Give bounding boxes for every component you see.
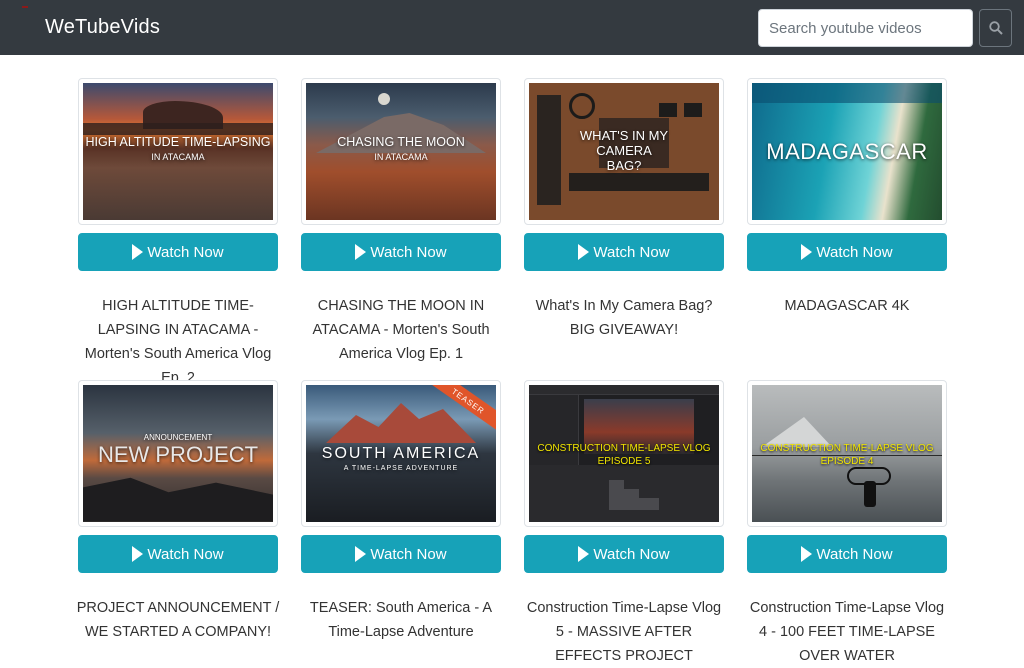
- brand-logo[interactable]: WeTubeVids: [45, 16, 160, 39]
- thumbnail-frame[interactable]: ANNOUNCEMENT NEW PROJECT: [78, 380, 278, 527]
- thumbnail-frame[interactable]: HIGH ALTITUDE TIME-LAPSING IN ATACAMA: [78, 78, 278, 225]
- watch-now-button[interactable]: Watch Now: [78, 535, 278, 573]
- thumbnail-subtitle: IN ATACAMA: [151, 152, 205, 162]
- watch-now-label: Watch Now: [147, 545, 224, 563]
- watch-now-label: Watch Now: [593, 545, 670, 563]
- watch-now-label: Watch Now: [370, 243, 447, 261]
- play-icon: [355, 244, 367, 260]
- video-title[interactable]: PROJECT ANNOUNCEMENT / WE STARTED A COMP…: [76, 596, 280, 644]
- thumbnail-title: CHASING THE MOON: [337, 135, 465, 149]
- video-thumbnail[interactable]: TEASER SOUTH AMERICA A TIME-LAPSE ADVENT…: [306, 385, 496, 522]
- play-icon: [132, 244, 144, 260]
- navbar: WeTubeVids: [0, 0, 1024, 55]
- brand-mark: [22, 6, 28, 8]
- watch-now-button[interactable]: Watch Now: [78, 233, 278, 271]
- watch-now-label: Watch Now: [147, 243, 224, 261]
- thumbnail-title: WHAT'S IN MY CAMERA BAG?: [579, 128, 669, 173]
- thumbnail-subtitle: IN ATACAMA: [374, 152, 428, 162]
- video-thumbnail[interactable]: ANNOUNCEMENT NEW PROJECT: [83, 385, 273, 522]
- play-icon: [578, 546, 590, 562]
- thumbnail-frame[interactable]: CHASING THE MOON IN ATACAMA: [301, 78, 501, 225]
- video-title[interactable]: CHASING THE MOON IN ATACAMA - Morten's S…: [299, 294, 503, 366]
- thumbnail-title: SOUTH AMERICA: [321, 445, 481, 462]
- watch-now-button[interactable]: Watch Now: [524, 535, 724, 573]
- watch-now-label: Watch Now: [593, 243, 670, 261]
- thumbnail-title: CONSTRUCTION TIME-LAPSE VLOG: [760, 443, 934, 454]
- watch-now-button[interactable]: Watch Now: [747, 233, 947, 271]
- watch-now-button[interactable]: Watch Now: [301, 233, 501, 271]
- thumbnail-title: MADAGASCAR: [766, 139, 928, 164]
- search-input[interactable]: [758, 9, 973, 47]
- video-title[interactable]: TEASER: South America - A Time-Lapse Adv…: [299, 596, 503, 644]
- thumbnail-title: HIGH ALTITUDE TIME-LAPSING: [85, 135, 271, 149]
- video-thumbnail[interactable]: CHASING THE MOON IN ATACAMA: [306, 83, 496, 220]
- play-icon: [801, 244, 813, 260]
- play-icon: [132, 546, 144, 562]
- video-title[interactable]: Construction Time-Lapse Vlog 4 - 100 FEE…: [745, 596, 949, 668]
- thumbnail-subtitle: ANNOUNCEMENT: [143, 433, 213, 442]
- thumbnail-title: CONSTRUCTION TIME-LAPSE VLOG: [537, 443, 711, 454]
- thumbnail-frame[interactable]: CONSTRUCTION TIME-LAPSE VLOG EPISODE 4: [747, 380, 947, 527]
- video-thumbnail[interactable]: HIGH ALTITUDE TIME-LAPSING IN ATACAMA: [83, 83, 273, 220]
- thumbnail-frame[interactable]: TEASER SOUTH AMERICA A TIME-LAPSE ADVENT…: [301, 380, 501, 527]
- video-title[interactable]: What's In My Camera Bag? BIG GIVEAWAY!: [522, 294, 726, 342]
- thumbnail-subtitle: EPISODE 4: [820, 456, 874, 467]
- thumbnail-title: NEW PROJECT: [97, 442, 259, 467]
- search-icon: [989, 21, 1003, 35]
- play-icon: [801, 546, 813, 562]
- thumbnail-frame[interactable]: MADAGASCAR: [747, 78, 947, 225]
- play-icon: [578, 244, 590, 260]
- watch-now-button[interactable]: Watch Now: [747, 535, 947, 573]
- video-thumbnail[interactable]: CONSTRUCTION TIME-LAPSE VLOG EPISODE 5: [529, 385, 719, 522]
- watch-now-label: Watch Now: [816, 545, 893, 563]
- watch-now-label: Watch Now: [816, 243, 893, 261]
- video-title[interactable]: Construction Time-Lapse Vlog 5 - MASSIVE…: [522, 596, 726, 668]
- play-icon: [355, 546, 367, 562]
- thumbnail-subtitle: EPISODE 5: [597, 456, 651, 467]
- watch-now-label: Watch Now: [370, 545, 447, 563]
- watch-now-button[interactable]: Watch Now: [301, 535, 501, 573]
- video-thumbnail[interactable]: CONSTRUCTION TIME-LAPSE VLOG EPISODE 4: [752, 385, 942, 522]
- video-thumbnail[interactable]: MADAGASCAR: [752, 83, 942, 220]
- search-button[interactable]: [979, 9, 1012, 47]
- thumbnail-frame[interactable]: WHAT'S IN MY CAMERA BAG?: [524, 78, 724, 225]
- video-title[interactable]: HIGH ALTITUDE TIME-LAPSING IN ATACAMA - …: [76, 294, 280, 390]
- thumbnail-subtitle: A TIME-LAPSE ADVENTURE: [343, 465, 459, 472]
- watch-now-button[interactable]: Watch Now: [524, 233, 724, 271]
- thumbnail-frame[interactable]: CONSTRUCTION TIME-LAPSE VLOG EPISODE 5: [524, 380, 724, 527]
- video-title[interactable]: MADAGASCAR 4K: [745, 294, 949, 318]
- video-thumbnail[interactable]: WHAT'S IN MY CAMERA BAG?: [529, 83, 719, 220]
